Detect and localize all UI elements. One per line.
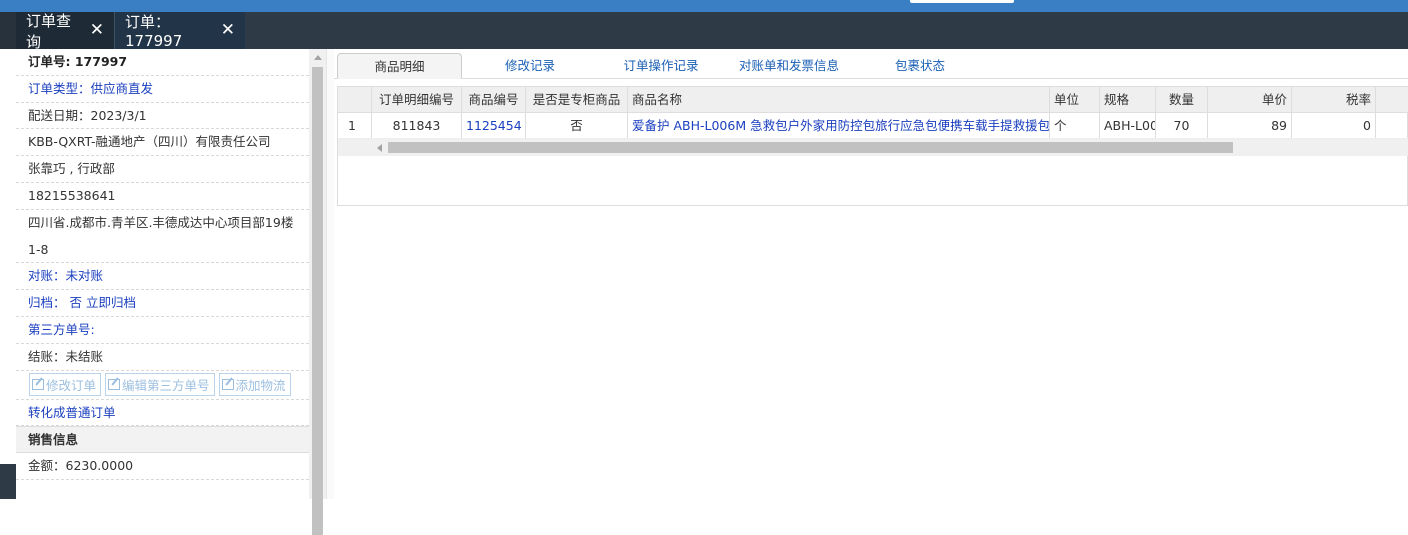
contact-person: 张靠巧 , 行政部 [16,156,309,183]
cell-quantity: 70 [1156,113,1208,138]
panel-splitter[interactable] [326,49,334,499]
tab-product-detail[interactable]: 商品明细 [337,53,462,79]
tab-order-query[interactable]: 订单查询 ✕ [16,11,114,51]
cell-unit: 个 [1050,113,1100,138]
settlement-status: 结账：未结账 [16,344,309,371]
address-line-2: 1-8 [16,237,309,264]
col-header-counter-product[interactable]: 是否是专柜商品 [526,87,628,112]
phone-number: 18215538641 [16,183,309,210]
tab-bar: 订单查询 ✕ 订单：177997 ✕ [0,11,1408,51]
gutter-dark-block [0,464,16,499]
tab-package-status[interactable]: 包裹状态 [879,53,961,79]
col-header-spec[interactable]: 规格 [1100,87,1156,112]
col-header-product-name[interactable]: 商品名称 [628,87,1050,112]
tab-label: 订单查询 [26,11,72,51]
third-party-number: 第三方单号: [16,317,309,344]
tab-label: 订单：177997 [125,13,183,50]
search-box-stub[interactable] [910,0,1014,3]
archive-status[interactable]: 归档： 否 立即归档 [16,290,309,317]
horizontal-scroll-thumb[interactable] [388,142,1233,153]
address-line-1: 四川省.成都市.青羊区.丰德成达中心项目部19楼 [28,214,294,230]
tab-bar-gap [0,12,16,49]
order-info-panel: 订单号: 177997 订单类型：供应商直发 配送日期：2023/3/1 KBB… [16,49,309,499]
cell-product-no-link[interactable]: 1125454 [462,113,526,138]
col-header-unit[interactable]: 单位 [1050,87,1100,112]
col-header-product-no[interactable]: 商品编号 [462,87,526,112]
convert-order-link[interactable]: 转化成普通订单 [16,400,309,427]
col-header-tax-rate[interactable]: 税率 [1292,87,1376,112]
detail-tabs: 商品明细 修改记录 订单操作记录 对账单和发票信息 包裹状态 [334,49,1408,79]
tab-order-detail[interactable]: 订单：177997 ✕ [114,12,245,50]
col-header-index [338,87,372,112]
order-type: 订单类型：供应商直发 [16,76,309,103]
cell-tax-rate: 0 [1292,113,1376,138]
tab-modify-log[interactable]: 修改记录 [484,53,576,79]
tab-operation-log[interactable]: 订单操作记录 [606,53,716,79]
scroll-left-arrow-icon[interactable] [377,144,382,152]
company-name: KBB-QXRT-融通地产（四川）有限责任公司 [16,129,309,157]
edit-icon [221,379,234,391]
detail-panel: 商品明细 修改记录 订单操作记录 对账单和发票信息 包裹状态 订单明细编号 商品… [334,49,1408,499]
reconcile-status[interactable]: 对账：未对账 [16,263,309,291]
sales-info-header: 销售信息 [16,426,309,454]
order-amount: 金额：6230.0000 [16,453,309,480]
col-header-quantity[interactable]: 数量 [1156,87,1208,112]
edit-order-button[interactable]: 修改订单 [29,373,102,397]
grid-header: 订单明细编号 商品编号 是否是专柜商品 商品名称 单位 规格 数量 单价 税率 [338,87,1408,113]
edit-icon [32,379,44,391]
edit-third-party-button[interactable]: 编辑第三方单号 [105,373,215,397]
add-logistics-button[interactable]: 添加物流 [218,373,291,397]
close-icon[interactable]: ✕ [90,22,104,39]
scroll-thumb[interactable] [312,67,323,535]
scroll-up-arrow-icon[interactable] [314,55,322,60]
grid-horizontal-scrollbar[interactable] [338,139,1408,156]
row-index: 1 [338,113,372,138]
cell-detail-no: 811843 [372,113,462,138]
col-header-detail-no[interactable]: 订单明细编号 [372,87,462,112]
left-gutter [0,49,16,499]
col-header-unit-price[interactable]: 单价 [1208,87,1292,112]
tab-invoice-info[interactable]: 对账单和发票信息 [726,53,852,79]
edit-icon [108,379,121,391]
close-icon[interactable]: ✕ [221,22,235,39]
delivery-date: 配送日期：2023/3/1 [16,103,309,130]
action-buttons: 修改订单 编辑第三方单号 添加物流 [16,371,309,400]
order-number: 订单号: 177997 [16,49,309,76]
cell-product-name-link[interactable]: 爱备护 ABH-L006M 急救包户外家用防控包旅行应急包便携车载手提救援包 [628,113,1050,138]
cell-unit-price: 89 [1208,113,1292,138]
cell-counter-product: 否 [526,113,628,138]
cell-spec: ABH-L006M [1100,113,1156,138]
product-grid: 订单明细编号 商品编号 是否是专柜商品 商品名称 单位 规格 数量 单价 税率 … [337,86,1408,206]
left-panel-scrollbar[interactable] [309,49,326,535]
table-row[interactable]: 1 811843 1125454 否 爱备护 ABH-L006M 急救包户外家用… [338,113,1408,139]
